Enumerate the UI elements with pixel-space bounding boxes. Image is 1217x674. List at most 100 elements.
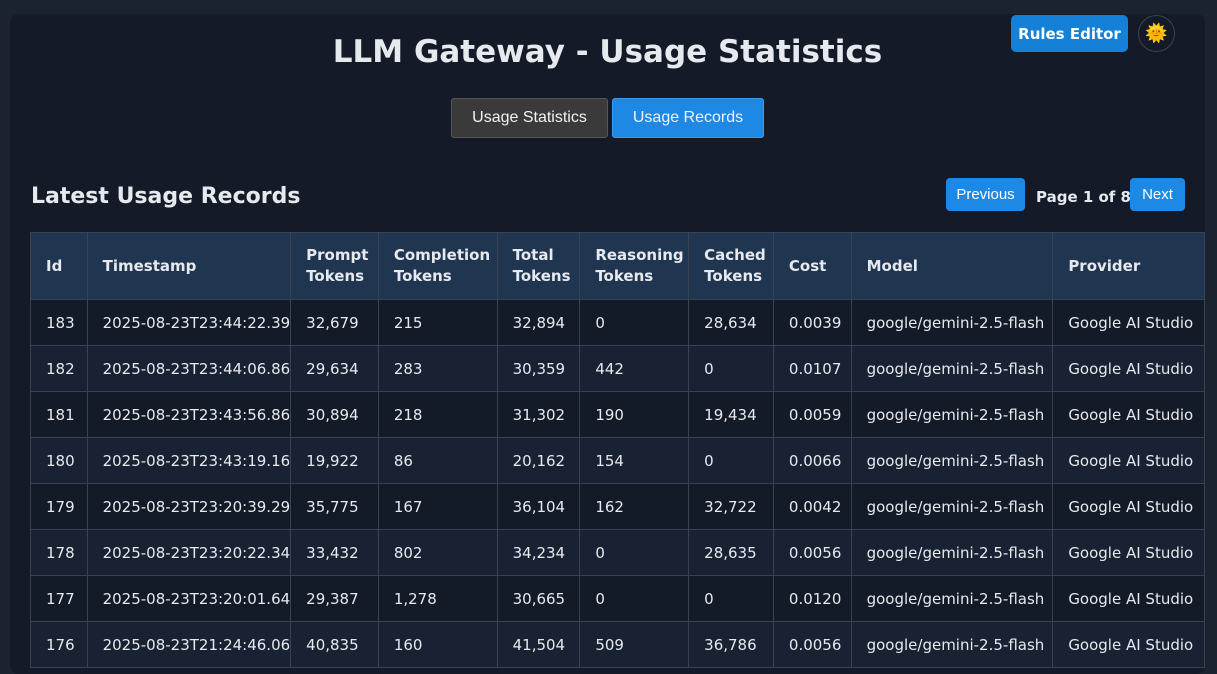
cell-reasoning-tokens: 162 [579, 483, 690, 530]
cell-completion-tokens: 160 [377, 621, 498, 668]
column-header-cost: Cost [772, 232, 852, 300]
cell-provider: Google AI Studio [1052, 621, 1205, 668]
cell-total-tokens: 41,504 [496, 621, 581, 668]
cell-prompt-tokens: 30,894 [290, 391, 379, 438]
cell-completion-tokens: 167 [377, 483, 498, 530]
cell-cost: 0.0120 [772, 575, 852, 622]
tab-usage-statistics[interactable]: Usage Statistics [451, 98, 608, 138]
cell-timestamp: 2025-08-23T23:43:56.86 [86, 391, 292, 438]
main-panel: LLM Gateway - Usage Statistics Rules Edi… [10, 14, 1205, 674]
cell-reasoning-tokens: 509 [579, 621, 690, 668]
column-header-text: Tokens [306, 267, 365, 285]
cell-cached-tokens: 0 [688, 437, 774, 484]
cell-completion-tokens: 1,278 [377, 575, 498, 622]
cell-prompt-tokens: 33,432 [290, 529, 379, 576]
cell-cached-tokens: 19,434 [688, 391, 774, 438]
cell-timestamp: 2025-08-23T23:43:19.16 [86, 437, 292, 484]
column-header-cached-tokens: Cached Tokens [688, 232, 774, 300]
table-row: 178 2025-08-23T23:20:22.34 33,432 802 34,234… [30, 529, 1205, 576]
table-row: 183 2025-08-23T23:44:22.39 32,679 215 32,894… [30, 299, 1205, 346]
cell-reasoning-tokens: 442 [579, 345, 690, 392]
column-header-text: Model [866, 256, 918, 275]
column-header-text: Id [46, 256, 63, 275]
cell-cost: 0.0059 [772, 391, 852, 438]
cell-id: 176 [30, 621, 88, 668]
table-header-row: Id Timestamp Prompt Tokens Completion Tokens T… [30, 232, 1205, 300]
cell-total-tokens: 32,894 [496, 299, 581, 346]
cell-id: 182 [30, 345, 88, 392]
cell-model: google/gemini-2.5-flash [850, 621, 1054, 668]
cell-cost: 0.0107 [772, 345, 852, 392]
cell-id: 180 [30, 437, 88, 484]
cell-cached-tokens: 28,635 [688, 529, 774, 576]
cell-prompt-tokens: 29,387 [290, 575, 379, 622]
column-header-text: Total [512, 246, 554, 264]
cell-completion-tokens: 802 [377, 529, 498, 576]
cell-completion-tokens: 283 [377, 345, 498, 392]
column-header-text: Reasoning [595, 246, 684, 264]
cell-provider: Google AI Studio [1052, 391, 1205, 438]
cell-model: google/gemini-2.5-flash [850, 575, 1054, 622]
cell-provider: Google AI Studio [1052, 437, 1205, 484]
tab-usage-records[interactable]: Usage Records [612, 98, 764, 138]
table-row: 176 2025-08-23T21:24:46.06 40,835 160 41,504… [30, 621, 1205, 668]
table-row: 177 2025-08-23T23:20:01.64 29,387 1,278 30,6… [30, 575, 1205, 622]
cell-total-tokens: 30,359 [496, 345, 581, 392]
column-header-text: Cost [788, 256, 827, 275]
cell-provider: Google AI Studio [1052, 529, 1205, 576]
cell-cached-tokens: 0 [688, 575, 774, 622]
sun-icon: 🌞 [1145, 23, 1168, 44]
cell-cost: 0.0042 [772, 483, 852, 530]
column-header-reasoning-tokens: Reasoning Tokens [579, 232, 690, 300]
table-row: 182 2025-08-23T23:44:06.86 29,634 283 30,359… [30, 345, 1205, 392]
cell-model: google/gemini-2.5-flash [850, 483, 1054, 530]
table-row: 181 2025-08-23T23:43:56.86 30,894 218 31,302… [30, 391, 1205, 438]
cell-id: 177 [30, 575, 88, 622]
cell-cached-tokens: 32,722 [688, 483, 774, 530]
column-header-text: Tokens [704, 267, 763, 285]
cell-cost: 0.0066 [772, 437, 852, 484]
cell-timestamp: 2025-08-23T23:20:39.29 [86, 483, 292, 530]
column-header-text: Provider [1068, 256, 1141, 275]
column-header-total-tokens: Total Tokens [496, 232, 581, 300]
cell-prompt-tokens: 32,679 [290, 299, 379, 346]
cell-completion-tokens: 86 [377, 437, 498, 484]
column-header-text: Completion [393, 246, 491, 264]
cell-completion-tokens: 218 [377, 391, 498, 438]
theme-toggle-button[interactable]: 🌞 [1138, 15, 1175, 52]
column-header-completion-tokens: Completion Tokens [377, 232, 498, 300]
next-page-button[interactable]: Next [1130, 178, 1185, 211]
column-header-text: Tokens [393, 267, 452, 285]
cell-prompt-tokens: 35,775 [290, 483, 379, 530]
cell-reasoning-tokens: 0 [579, 575, 690, 622]
cell-total-tokens: 36,104 [496, 483, 581, 530]
cell-timestamp: 2025-08-23T21:24:46.06 [86, 621, 292, 668]
column-header-text: Prompt [306, 246, 369, 264]
cell-timestamp: 2025-08-23T23:20:22.34 [86, 529, 292, 576]
cell-model: google/gemini-2.5-flash [850, 345, 1054, 392]
cell-total-tokens: 34,234 [496, 529, 581, 576]
cell-prompt-tokens: 19,922 [290, 437, 379, 484]
cell-provider: Google AI Studio [1052, 575, 1205, 622]
cell-timestamp: 2025-08-23T23:44:22.39 [86, 299, 292, 346]
cell-model: google/gemini-2.5-flash [850, 391, 1054, 438]
cell-cost: 0.0056 [772, 621, 852, 668]
rules-editor-button[interactable]: Rules Editor [1011, 15, 1128, 52]
previous-page-button[interactable]: Previous [946, 178, 1025, 211]
cell-reasoning-tokens: 0 [579, 529, 690, 576]
cell-provider: Google AI Studio [1052, 483, 1205, 530]
cell-cached-tokens: 36,786 [688, 621, 774, 668]
cell-reasoning-tokens: 190 [579, 391, 690, 438]
page-indicator: Page 1 of 8 [1036, 188, 1131, 206]
cell-prompt-tokens: 29,634 [290, 345, 379, 392]
column-header-timestamp: Timestamp [86, 232, 292, 300]
cell-model: google/gemini-2.5-flash [850, 299, 1054, 346]
cell-cost: 0.0039 [772, 299, 852, 346]
column-header-provider: Provider [1052, 232, 1205, 300]
cell-timestamp: 2025-08-23T23:44:06.86 [86, 345, 292, 392]
cell-id: 179 [30, 483, 88, 530]
column-header-text: Cached [704, 246, 766, 264]
cell-id: 181 [30, 391, 88, 438]
section-title: Latest Usage Records [31, 184, 301, 209]
cell-provider: Google AI Studio [1052, 299, 1205, 346]
